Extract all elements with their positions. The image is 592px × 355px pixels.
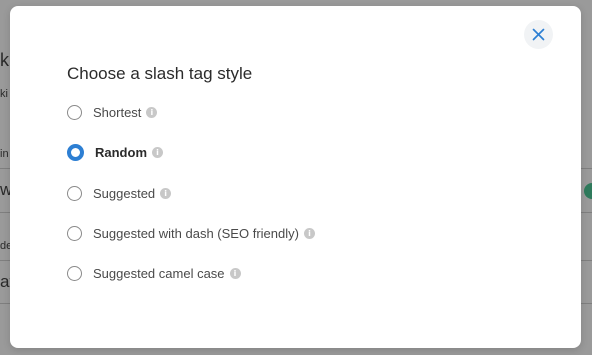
option-random[interactable]: Random i [67,142,163,162]
radio-suggested[interactable] [67,185,82,201]
radio-shortest[interactable] [67,104,82,120]
option-label: Suggested [93,185,156,201]
info-icon[interactable]: i [303,227,315,239]
close-button[interactable] [524,20,553,49]
option-label: Suggested with dash (SEO friendly) [93,225,299,241]
option-label: Suggested camel case [93,265,225,281]
close-icon [532,28,545,41]
info-icon[interactable]: i [229,267,241,279]
background-text-fragment: k [0,50,9,70]
option-suggested-camel-case[interactable]: Suggested camel case i [67,263,241,283]
option-label: Shortest [93,104,142,120]
info-icon[interactable]: i [146,106,158,118]
radio-suggested-with-dash[interactable] [67,225,82,241]
option-suggested[interactable]: Suggested i [67,183,172,203]
radio-random[interactable] [67,143,84,161]
option-shortest[interactable]: Shortest i [67,102,158,122]
background-status-dot [584,183,592,199]
slash-tag-style-modal: Choose a slash tag style Shortest i Rand… [10,6,581,348]
info-icon[interactable]: i [160,187,172,199]
background-text-fragment: in [0,148,9,160]
option-label: Random [95,144,147,160]
modal-title: Choose a slash tag style [67,64,253,83]
info-icon[interactable]: i [152,146,163,158]
option-suggested-with-dash[interactable]: Suggested with dash (SEO friendly) i [67,223,315,243]
radio-suggested-camel-case[interactable] [67,265,82,281]
background-text-fragment: ki [0,88,8,100]
